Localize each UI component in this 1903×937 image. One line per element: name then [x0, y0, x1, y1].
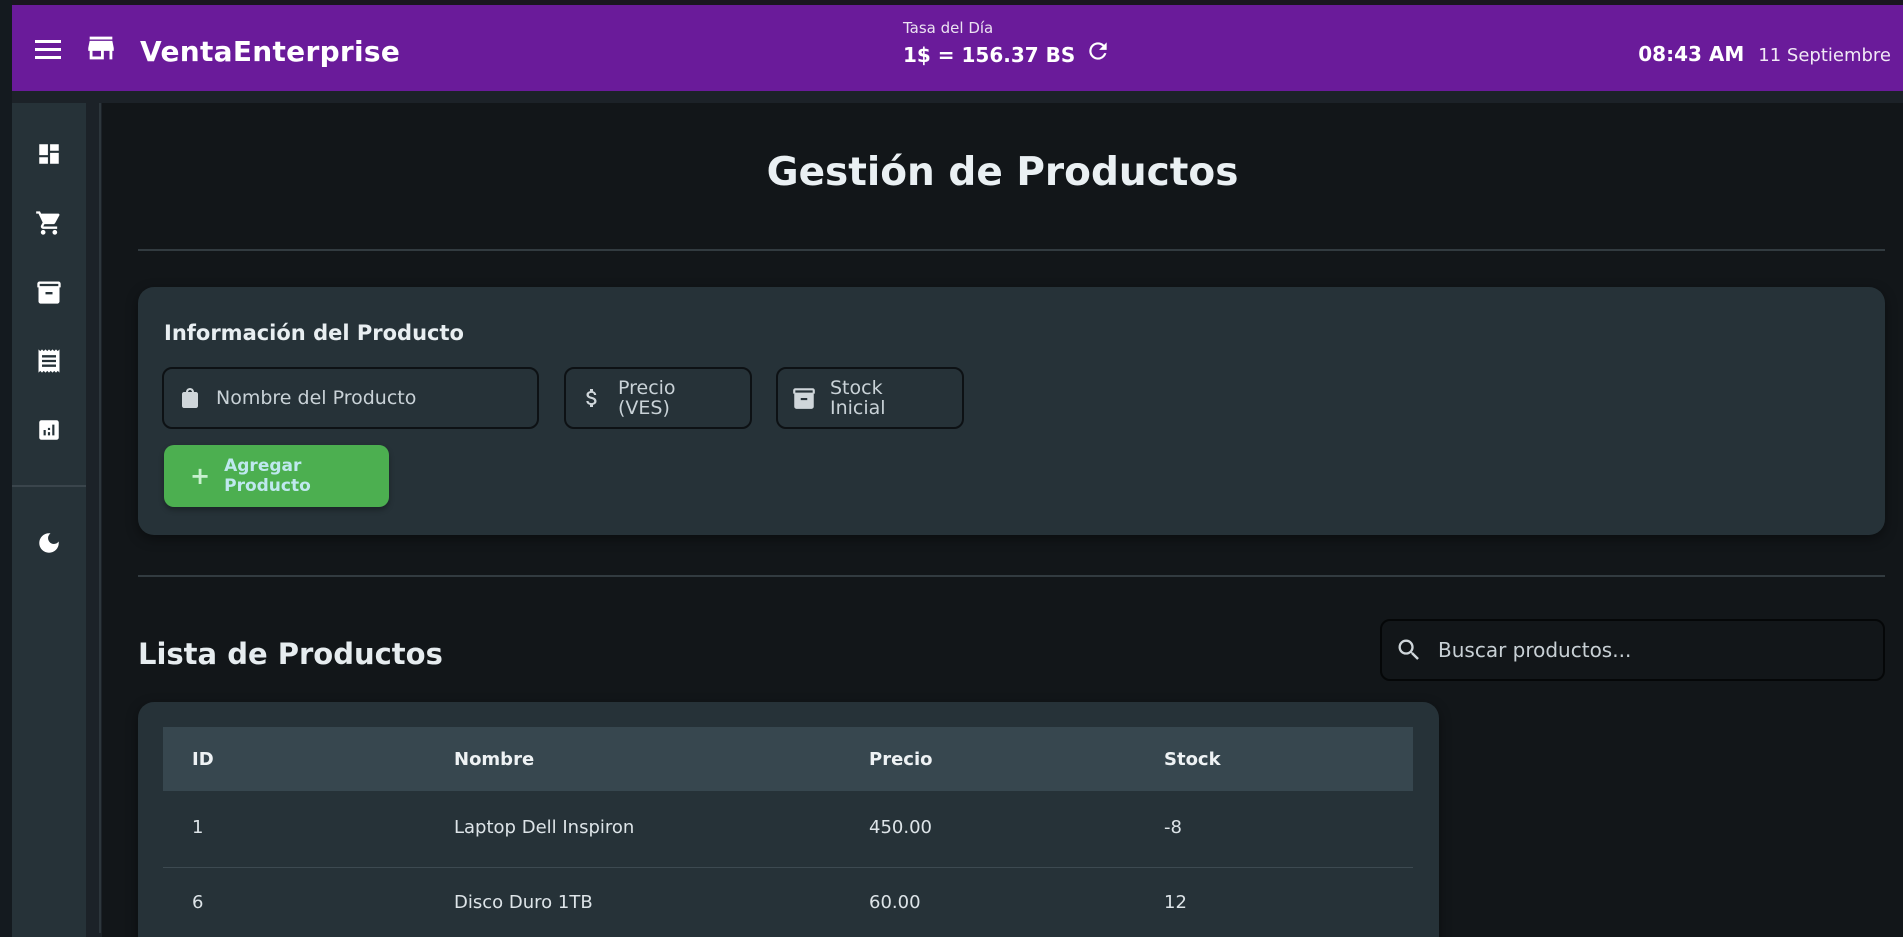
cell-stock: -8: [1164, 817, 1182, 838]
add-product-button[interactable]: + Agregar Producto: [164, 445, 389, 507]
clock: 08:43 AM 11 Septiembre: [1638, 42, 1891, 66]
exchange-rate-label: Tasa del Día: [903, 19, 994, 37]
price-placeholder-line1: Precio: [618, 377, 676, 399]
archive-icon: [37, 281, 61, 304]
cell-id: 1: [192, 817, 204, 838]
products-table: ID Nombre Precio Stock 1 Laptop Dell Ins…: [138, 702, 1439, 937]
sidebar-item-inventory[interactable]: [24, 267, 74, 317]
analytics-icon: [39, 420, 59, 440]
clock-time: 08:43 AM: [1638, 42, 1745, 66]
refresh-rate-button[interactable]: [1082, 35, 1114, 67]
search-placeholder: Buscar productos...: [1438, 638, 1632, 662]
cell-nombre: Laptop Dell Inspiron: [454, 817, 635, 838]
page-title: Gestión de Productos: [766, 150, 1239, 195]
store-icon: [84, 31, 118, 65]
sidebar-divider: [12, 485, 86, 487]
cell-nombre: Disco Duro 1TB: [454, 892, 593, 913]
product-list-title: Lista de Productos: [138, 637, 443, 671]
sidebar-item-sales[interactable]: [24, 198, 74, 248]
sidebar-border: [99, 103, 101, 933]
product-search-input[interactable]: Buscar productos...: [1380, 619, 1885, 681]
column-header-id[interactable]: ID: [192, 749, 214, 770]
plus-icon: +: [190, 462, 211, 490]
cell-precio: 60.00: [869, 892, 921, 913]
table-row[interactable]: 1 Laptop Dell Inspiron 450.00 -8: [163, 791, 1413, 867]
stock-field[interactable]: Stock Inicial: [776, 367, 964, 429]
product-form-card: Información del Producto Nombre del Prod…: [138, 287, 1885, 535]
section-divider: [138, 575, 1885, 577]
menu-icon: [35, 40, 61, 59]
dollar-icon: [578, 384, 606, 412]
app-header: VentaEnterprise Tasa del Día 1$ = 156.37…: [12, 5, 1903, 91]
main-content: Gestión de Productos Información del Pro…: [102, 103, 1903, 937]
moon-icon: [39, 533, 59, 553]
price-placeholder-line2: (VES): [618, 397, 670, 419]
receipt-icon: [38, 349, 60, 373]
column-header-precio[interactable]: Precio: [869, 749, 932, 770]
table-header: ID Nombre Precio Stock: [163, 727, 1413, 791]
sidebar-item-reports[interactable]: [24, 405, 74, 455]
cell-precio: 450.00: [869, 817, 932, 838]
column-header-nombre[interactable]: Nombre: [454, 749, 534, 770]
exchange-rate-value: 1$ = 156.37 BS: [903, 43, 1076, 67]
add-product-label: Agregar Producto: [224, 456, 311, 496]
price-field[interactable]: Precio (VES): [564, 367, 752, 429]
inventory-box-icon: [790, 384, 818, 412]
app-title: VentaEnterprise: [140, 35, 401, 68]
form-title: Información del Producto: [164, 321, 464, 345]
search-icon: [1394, 635, 1424, 665]
shopping-bag-icon: [176, 384, 204, 412]
sidebar-item-receipts[interactable]: [24, 336, 74, 386]
stock-placeholder-line1: Stock: [830, 377, 883, 399]
product-name-field[interactable]: Nombre del Producto: [162, 367, 539, 429]
refresh-icon: [1089, 42, 1107, 60]
stock-placeholder: Stock Inicial: [830, 378, 886, 418]
sidebar: [12, 103, 86, 937]
section-divider: [138, 249, 1885, 251]
price-placeholder: Precio (VES): [618, 378, 676, 418]
column-header-stock[interactable]: Stock: [1164, 749, 1221, 770]
cell-id: 6: [192, 892, 204, 913]
dashboard-icon: [39, 144, 59, 164]
product-name-placeholder: Nombre del Producto: [216, 387, 417, 409]
window-left-edge: [0, 0, 12, 937]
cell-stock: 12: [1164, 892, 1187, 913]
theme-toggle-button[interactable]: [24, 518, 74, 568]
table-row[interactable]: 6 Disco Duro 1TB 60.00 12: [163, 866, 1413, 937]
clock-date: 11 Septiembre: [1758, 45, 1891, 66]
sidebar-item-dashboard[interactable]: [24, 129, 74, 179]
cart-icon: [36, 211, 60, 235]
menu-button[interactable]: [24, 25, 72, 73]
stock-placeholder-line2: Inicial: [830, 397, 886, 419]
